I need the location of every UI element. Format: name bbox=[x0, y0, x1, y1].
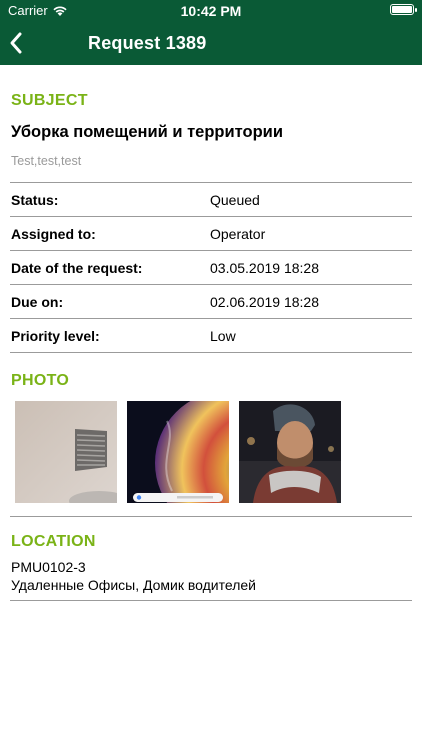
chevron-left-icon bbox=[10, 32, 22, 54]
details-table: Status: Queued Assigned to: Operator Dat… bbox=[10, 182, 412, 353]
navigation-bar: Request 1389 bbox=[0, 22, 422, 65]
location-header: LOCATION bbox=[11, 533, 96, 550]
priority-label: Priority level: bbox=[11, 328, 100, 344]
status-label: Status: bbox=[11, 192, 59, 208]
battery-icon bbox=[390, 4, 417, 15]
assigned-value: Operator bbox=[210, 226, 266, 242]
back-button[interactable] bbox=[4, 26, 40, 62]
photo-header: PHOTO bbox=[11, 372, 70, 389]
details-row-assigned: Assigned to: Operator bbox=[10, 216, 412, 250]
details-row-request-date: Date of the request: 03.05.2019 18:28 bbox=[10, 250, 412, 284]
location-name: Удаленные Офисы, Домик водителей bbox=[11, 577, 256, 593]
subject-title: Уборка помещений и территории bbox=[11, 123, 283, 141]
assigned-label: Assigned to: bbox=[11, 226, 96, 242]
section-divider bbox=[10, 600, 412, 601]
details-row-priority: Priority level: Low bbox=[10, 318, 412, 353]
details-row-due-date: Due on: 02.06.2019 18:28 bbox=[10, 284, 412, 318]
subject-description: Test,test,test bbox=[11, 154, 82, 168]
request-date-value: 03.05.2019 18:28 bbox=[210, 260, 319, 276]
section-divider bbox=[10, 516, 412, 517]
photo-thumbnail-screen[interactable] bbox=[127, 401, 229, 503]
status-bar: Carrier 10:42 PM bbox=[0, 0, 422, 22]
clock-label: 10:42 PM bbox=[180, 3, 242, 19]
priority-value: Low bbox=[210, 328, 236, 344]
due-date-value: 02.06.2019 18:28 bbox=[210, 294, 319, 310]
photo-thumbnail-vent[interactable] bbox=[15, 401, 117, 503]
location-code: PMU0102-3 bbox=[11, 559, 86, 575]
subject-header: SUBJECT bbox=[11, 92, 88, 109]
photo-thumbnail-portrait[interactable] bbox=[239, 401, 341, 503]
request-date-label: Date of the request: bbox=[11, 260, 143, 276]
status-value: Queued bbox=[210, 192, 260, 208]
page-title: Request 1389 bbox=[88, 33, 207, 53]
due-date-label: Due on: bbox=[11, 294, 64, 310]
details-row-status: Status: Queued bbox=[10, 182, 412, 216]
